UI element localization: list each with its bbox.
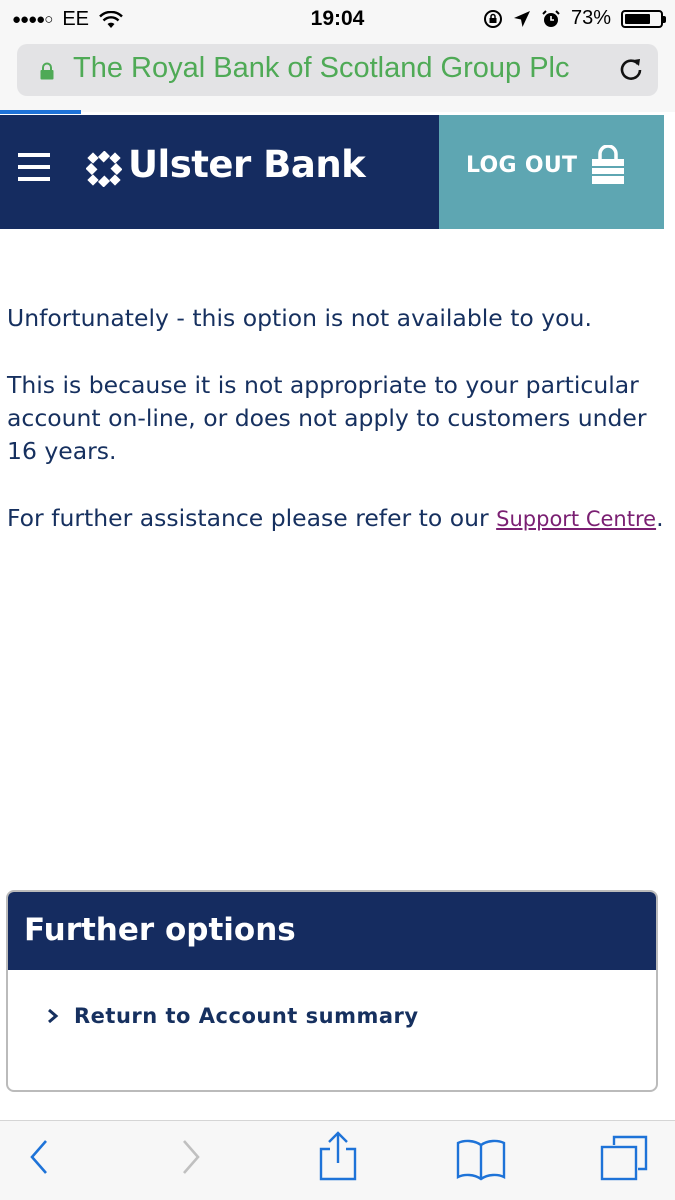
return-link-label: Return to Account summary (74, 1004, 419, 1028)
further-options-title: Further options (24, 912, 296, 948)
reason-message: This is because it is not appropriate to… (7, 371, 647, 465)
assistance-text: For further assistance please refer to o… (7, 504, 497, 532)
padlock-icon (592, 145, 624, 184)
return-to-account-summary-link[interactable]: Return to Account summary (46, 1004, 419, 1028)
back-icon[interactable] (28, 1137, 50, 1177)
ulster-bank-logo-mark-icon (86, 151, 122, 187)
address-text: The Royal Bank of Scotland Group Plc (73, 52, 570, 84)
battery-percent: 73% (570, 7, 611, 29)
further-options-panel: Further options Return to Account summar… (6, 890, 658, 1092)
secure-lock-icon (40, 62, 54, 80)
logout-button[interactable]: LOG OUT (439, 115, 664, 229)
share-icon[interactable] (318, 1131, 358, 1181)
message-content: Unfortunately - this option is not avail… (7, 302, 667, 570)
bookmarks-icon[interactable] (456, 1137, 506, 1181)
assistance-suffix: . (656, 504, 664, 532)
alarm-icon (542, 9, 560, 27)
hamburger-menu-icon[interactable] (18, 153, 50, 185)
reload-icon[interactable] (618, 56, 644, 82)
logout-label: LOG OUT (466, 153, 578, 178)
browser-toolbar (0, 1120, 675, 1200)
browser-address-area: The Royal Bank of Scotland Group Plc (0, 40, 675, 112)
logo-text[interactable]: Ulster Bank (128, 143, 366, 186)
chevron-right-icon (48, 1008, 59, 1024)
battery-level (625, 13, 650, 24)
address-bar[interactable]: The Royal Bank of Scotland Group Plc (17, 44, 658, 96)
site-header: Ulster Bank LOG OUT (0, 115, 664, 229)
page-load-progress (0, 110, 81, 114)
battery-icon (621, 9, 666, 28)
support-centre-link[interactable]: Support Centre (496, 507, 656, 531)
brand-bar: Ulster Bank (0, 115, 439, 229)
status-right: 73% (483, 7, 666, 30)
tabs-icon[interactable] (600, 1135, 648, 1181)
forward-icon[interactable] (180, 1137, 202, 1177)
status-bar: ●●●●○ EE 19:04 73% (0, 0, 675, 40)
location-arrow-icon (513, 10, 530, 27)
assistance-message: For further assistance please refer to o… (7, 502, 667, 536)
further-options-header: Further options (8, 892, 656, 970)
unavailable-message: Unfortunately - this option is not avail… (7, 304, 592, 332)
rotation-lock-icon (483, 9, 502, 28)
